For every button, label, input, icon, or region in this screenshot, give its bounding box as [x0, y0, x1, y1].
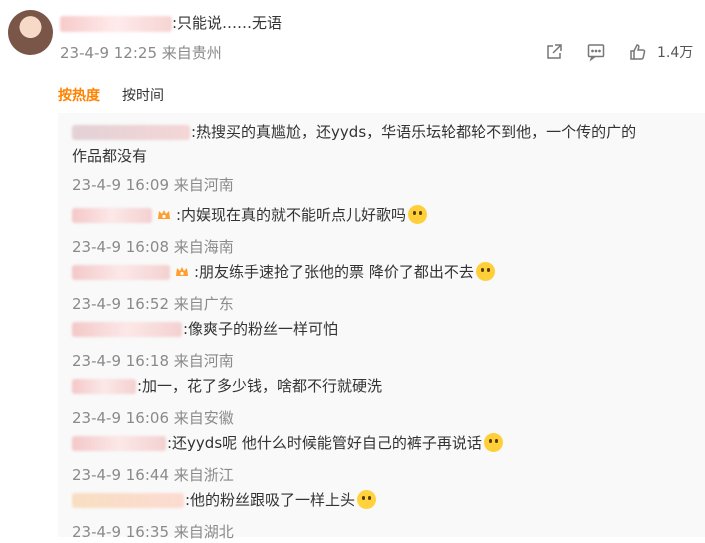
sort-tabs: 按热度 按时间 [58, 85, 164, 105]
crown-badge-icon [158, 209, 170, 219]
reply-list: :热搜买的真尴尬，还yyds，华语乐坛轮都轮不到他，一个传的广的 作品都没有 2… [58, 113, 705, 541]
username-blurred[interactable] [72, 493, 184, 508]
reply-text: :还yyds呢 他什么时候能管好自己的裤子再说话 [72, 431, 503, 455]
username-blurred[interactable] [60, 15, 172, 32]
reply-text-continued: 作品都没有 [72, 147, 148, 165]
username-blurred[interactable] [72, 436, 166, 451]
reply-text: :朋友练手速抢了张他的票 降价了都出不去 [72, 260, 495, 284]
comment-icon[interactable] [585, 41, 607, 63]
username-blurred[interactable] [72, 265, 170, 280]
reply-meta: 23-4-9 16:06 来自安徽 [72, 407, 382, 429]
list-item: :还yyds呢 他什么时候能管好自己的裤子再说话 23-4-9 16:44 来自… [72, 431, 503, 486]
crown-badge-icon [176, 266, 188, 276]
reply-text: :加一，花了多少钱，啥都不行就硬洗 [72, 374, 382, 398]
reply-meta: 23-4-9 16:35 来自湖北 [72, 521, 376, 543]
location: 来自广东 [173, 295, 234, 313]
username-blurred[interactable] [72, 208, 152, 223]
reply-text: :内娱现在真的就不能听点儿好歌吗 [72, 203, 428, 227]
username-blurred[interactable] [72, 322, 182, 337]
reply-meta: 23-4-9 16:18 来自河南 [72, 350, 338, 372]
thumbs-up-icon[interactable] [627, 41, 649, 63]
location: 来自河南 [173, 176, 234, 194]
location: 来自浙江 [173, 466, 234, 484]
comment-page: :只能说……无语 23-4-9 12:25 来自贵州 1.4万 按热度 按时间 [0, 0, 705, 541]
timestamp: 23-4-9 16:35 [72, 523, 169, 541]
crying-emoji-icon [475, 261, 495, 281]
reply-meta: 23-4-9 16:52 来自广东 [72, 293, 495, 315]
share-icon[interactable] [543, 41, 565, 63]
smile-emoji-icon [357, 489, 377, 509]
top-comment-meta: 23-4-9 12:25 来自贵州 [60, 42, 222, 64]
reply-text: :像爽子的粉丝一样可怕 [72, 317, 338, 341]
list-item: :加一，花了多少钱，啥都不行就硬洗 23-4-9 16:06 来自安徽 [72, 374, 382, 429]
timestamp: 23-4-9 16:06 [72, 409, 169, 427]
reply-meta: 23-4-9 16:08 来自海南 [72, 236, 427, 258]
location: 来自贵州 [161, 44, 222, 62]
username-blurred[interactable] [72, 125, 190, 140]
tab-sort-hot[interactable]: 按热度 [58, 85, 100, 105]
reply-text: :他的粉丝跟吸了一样上头 [72, 488, 377, 512]
timestamp: 23-4-9 16:52 [72, 295, 169, 313]
location: 来自安徽 [173, 409, 234, 427]
list-item: :内娱现在真的就不能听点儿好歌吗 23-4-9 16:08 来自海南 [72, 203, 428, 258]
laughing-emoji-icon [408, 204, 428, 224]
reply-text: :热搜买的真尴尬，还yyds，华语乐坛轮都轮不到他，一个传的广的 [72, 120, 636, 144]
location: 来自河南 [173, 352, 234, 370]
location: 来自海南 [173, 238, 234, 256]
username-blurred[interactable] [72, 379, 136, 394]
comment-actions: 1.4万 [543, 41, 693, 63]
top-comment-text: :只能说……无语 [172, 14, 283, 32]
timestamp: 23-4-9 16:18 [72, 352, 169, 370]
like-count: 1.4万 [657, 45, 694, 61]
top-comment: :只能说……无语 [60, 12, 282, 34]
tab-sort-time[interactable]: 按时间 [122, 85, 164, 105]
reply-meta: 23-4-9 16:09 来自河南 [72, 174, 636, 196]
reply-meta: 23-4-9 16:44 来自浙江 [72, 464, 503, 486]
timestamp: 23-4-9 16:08 [72, 238, 169, 256]
list-item: :他的粉丝跟吸了一样上头 23-4-9 16:35 来自湖北 [72, 488, 377, 543]
list-item: :热搜买的真尴尬，还yyds，华语乐坛轮都轮不到他，一个传的广的 作品都没有 2… [72, 120, 636, 196]
timestamp: 23-4-9 16:09 [72, 176, 169, 194]
timestamp: 23-4-9 16:44 [72, 466, 169, 484]
party-emoji-icon [483, 432, 503, 452]
list-item: :像爽子的粉丝一样可怕 23-4-9 16:18 来自河南 [72, 317, 338, 372]
timestamp: 23-4-9 12:25 [60, 44, 157, 62]
avatar[interactable] [8, 10, 53, 55]
location: 来自湖北 [173, 523, 234, 541]
list-item: :朋友练手速抢了张他的票 降价了都出不去 23-4-9 16:52 来自广东 [72, 260, 495, 315]
